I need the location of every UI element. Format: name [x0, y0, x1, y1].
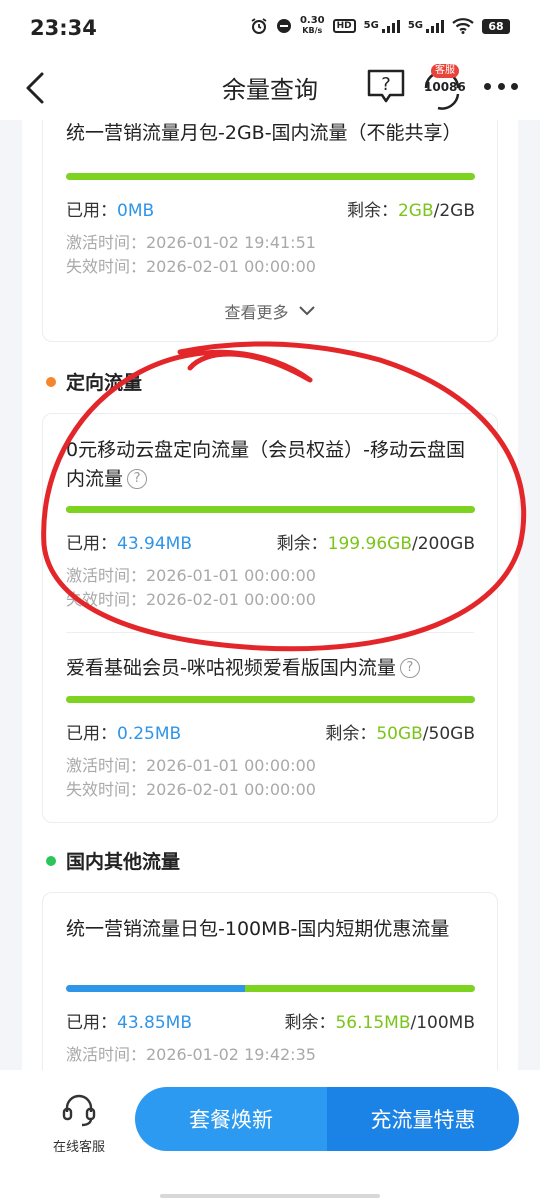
divider: [66, 632, 474, 633]
package-name-text: 爱看基础会员-咪咕视频爱看版国内流量: [66, 657, 396, 679]
total-value: /200GB: [411, 534, 475, 554]
alarm-icon: [251, 18, 267, 34]
online-service-button[interactable]: 在线客服: [42, 1092, 116, 1155]
used-amount: 已用：43.94MB: [66, 529, 192, 554]
total-value: /100MB: [410, 1013, 475, 1033]
progress-remain: [66, 506, 475, 513]
section-title-domestic-other: 国内其他流量: [46, 847, 180, 874]
used-amount: 已用：43.85MB: [66, 1008, 192, 1033]
remain-value: 199.96GB: [327, 534, 412, 554]
package-name: 统一营销流量月包-2GB-国内流量（不能共享）: [66, 122, 462, 144]
service-badge: 客服: [431, 64, 459, 78]
used-amount: 已用：0MB: [66, 196, 154, 221]
signal-icon: 5G: [407, 19, 444, 33]
remaining-amount: 剩余：199.96GB/200GB: [277, 529, 475, 554]
question-mark-icon[interactable]: ?: [127, 469, 148, 489]
hd-badge: HD: [332, 19, 356, 33]
dnd-icon: [276, 19, 291, 33]
traffic-topup-button[interactable]: 充流量特惠: [327, 1087, 519, 1151]
total-value: /2GB: [433, 201, 475, 221]
online-service-label: 在线客服: [52, 1140, 105, 1155]
status-bar: 23:34 0.30 KB/s HD 5G 5G 68: [0, 0, 540, 60]
network-type-2: 5G: [407, 19, 423, 31]
package-name: 0元移动云盘定向流量（会员权益）-移动云盘国内流量?: [66, 436, 467, 494]
chevron-down-icon: [298, 306, 315, 316]
package-name: 统一营销流量日包-100MB-国内短期优惠流量: [66, 918, 450, 940]
used-value: 43.85MB: [117, 1013, 192, 1033]
general-traffic-card: 统一营销流量月包-2GB-国内流量（不能共享） 已用：0MB 剩余：2GB/2G…: [42, 120, 498, 342]
network-speed: 0.30 KB/s: [300, 16, 325, 36]
see-more-label: 查看更多: [224, 303, 289, 322]
section-dot: [46, 856, 56, 866]
remain-label: 剩余：: [346, 201, 398, 221]
remain-label: 剩余：: [276, 534, 328, 554]
section-title-text: 国内其他流量: [66, 851, 181, 873]
nav-bar: 余量查询 ? 客服 10086: [0, 60, 540, 120]
remain-label: 剩余：: [325, 724, 377, 744]
expiry-time: 失效时间：2026-02-01 00:00:00: [66, 590, 316, 609]
action-buttons: 套餐焕新 充流量特惠: [135, 1087, 519, 1151]
service-number: 10086: [424, 80, 466, 94]
help-icon[interactable]: ?: [366, 68, 406, 104]
activation-time: 激活时间：2026-01-02 19:41:51: [66, 233, 316, 252]
signal-icon: 5G: [363, 19, 400, 33]
package-name-text: 0元移动云盘定向流量（会员权益）-移动云盘国内流量: [66, 439, 465, 490]
remain-label: 剩余：: [284, 1013, 336, 1033]
more-options-icon[interactable]: [484, 74, 518, 98]
usage-progress-bar: [66, 506, 475, 513]
progress-used: [66, 985, 246, 992]
package-name: 爱看基础会员-咪咕视频爱看版国内流量?: [66, 654, 467, 683]
speed-value: 0.30: [299, 15, 325, 26]
section-title-text: 定向流量: [66, 372, 143, 394]
section-title-directed: 定向流量: [46, 368, 142, 395]
used-value: 43.94MB: [117, 534, 192, 554]
bottom-bar: 在线客服 套餐焕新 充流量特惠: [0, 1070, 540, 1200]
used-value: 0MB: [117, 201, 155, 221]
usage-progress-bar: [66, 173, 475, 180]
section-dot: [46, 377, 56, 387]
remain-value: 2GB: [397, 201, 434, 221]
speed-unit: KB/s: [302, 26, 323, 35]
progress-remain: [245, 985, 475, 992]
directed-traffic-card: 0元移动云盘定向流量（会员权益）-移动云盘国内流量? 已用：43.94MB 剩余…: [42, 413, 498, 823]
used-label: 已用：: [66, 201, 117, 221]
question-mark-icon[interactable]: ?: [399, 658, 420, 678]
status-icons: 0.30 KB/s HD 5G 5G 68: [250, 16, 510, 36]
plan-renewal-button[interactable]: 套餐焕新: [135, 1087, 327, 1151]
wifi-icon: [452, 18, 474, 34]
network-type-1: 5G: [363, 19, 379, 31]
total-value: /50GB: [422, 724, 475, 744]
progress-remain: [66, 696, 475, 703]
remain-value: 50GB: [376, 724, 423, 744]
used-label: 已用：: [66, 534, 117, 554]
headset-icon: [62, 1094, 96, 1127]
status-time: 23:34: [30, 16, 97, 40]
domestic-other-card: 统一营销流量日包-100MB-国内短期优惠流量 已用：43.85MB 剩余：56…: [42, 892, 498, 1070]
used-label: 已用：: [66, 1013, 117, 1033]
activation-time: 激活时间：2026-01-01 00:00:00: [66, 756, 316, 775]
help-glyph: ?: [381, 74, 391, 95]
home-indicator: [160, 1194, 380, 1198]
usage-progress-bar: [66, 985, 475, 992]
used-value: 0.25MB: [117, 724, 182, 744]
progress-remain: [66, 173, 475, 180]
activation-time: 激活时间：2026-01-02 19:42:35: [66, 1045, 316, 1064]
usage-progress-bar: [66, 696, 475, 703]
expiry-time: 失效时间：2026-02-01 00:00:00: [66, 780, 316, 799]
remaining-amount: 剩余：2GB/2GB: [347, 196, 475, 221]
remain-value: 56.15MB: [335, 1013, 411, 1033]
remaining-amount: 剩余：56.15MB/100MB: [284, 1008, 475, 1033]
used-label: 已用：: [66, 724, 117, 744]
customer-service-button[interactable]: 客服 10086: [418, 64, 466, 112]
content-area[interactable]: 统一营销流量月包-2GB-国内流量（不能共享） 已用：0MB 剩余：2GB/2G…: [22, 120, 518, 1070]
battery-icon: 68: [482, 18, 510, 34]
used-amount: 已用：0.25MB: [66, 719, 181, 744]
expiry-time: 失效时间：2026-02-01 00:00:00: [66, 257, 316, 276]
activation-time: 激活时间：2026-01-01 00:00:00: [66, 566, 316, 585]
remaining-amount: 剩余：50GB/50GB: [325, 719, 475, 744]
see-more-button[interactable]: 查看更多: [43, 299, 497, 323]
